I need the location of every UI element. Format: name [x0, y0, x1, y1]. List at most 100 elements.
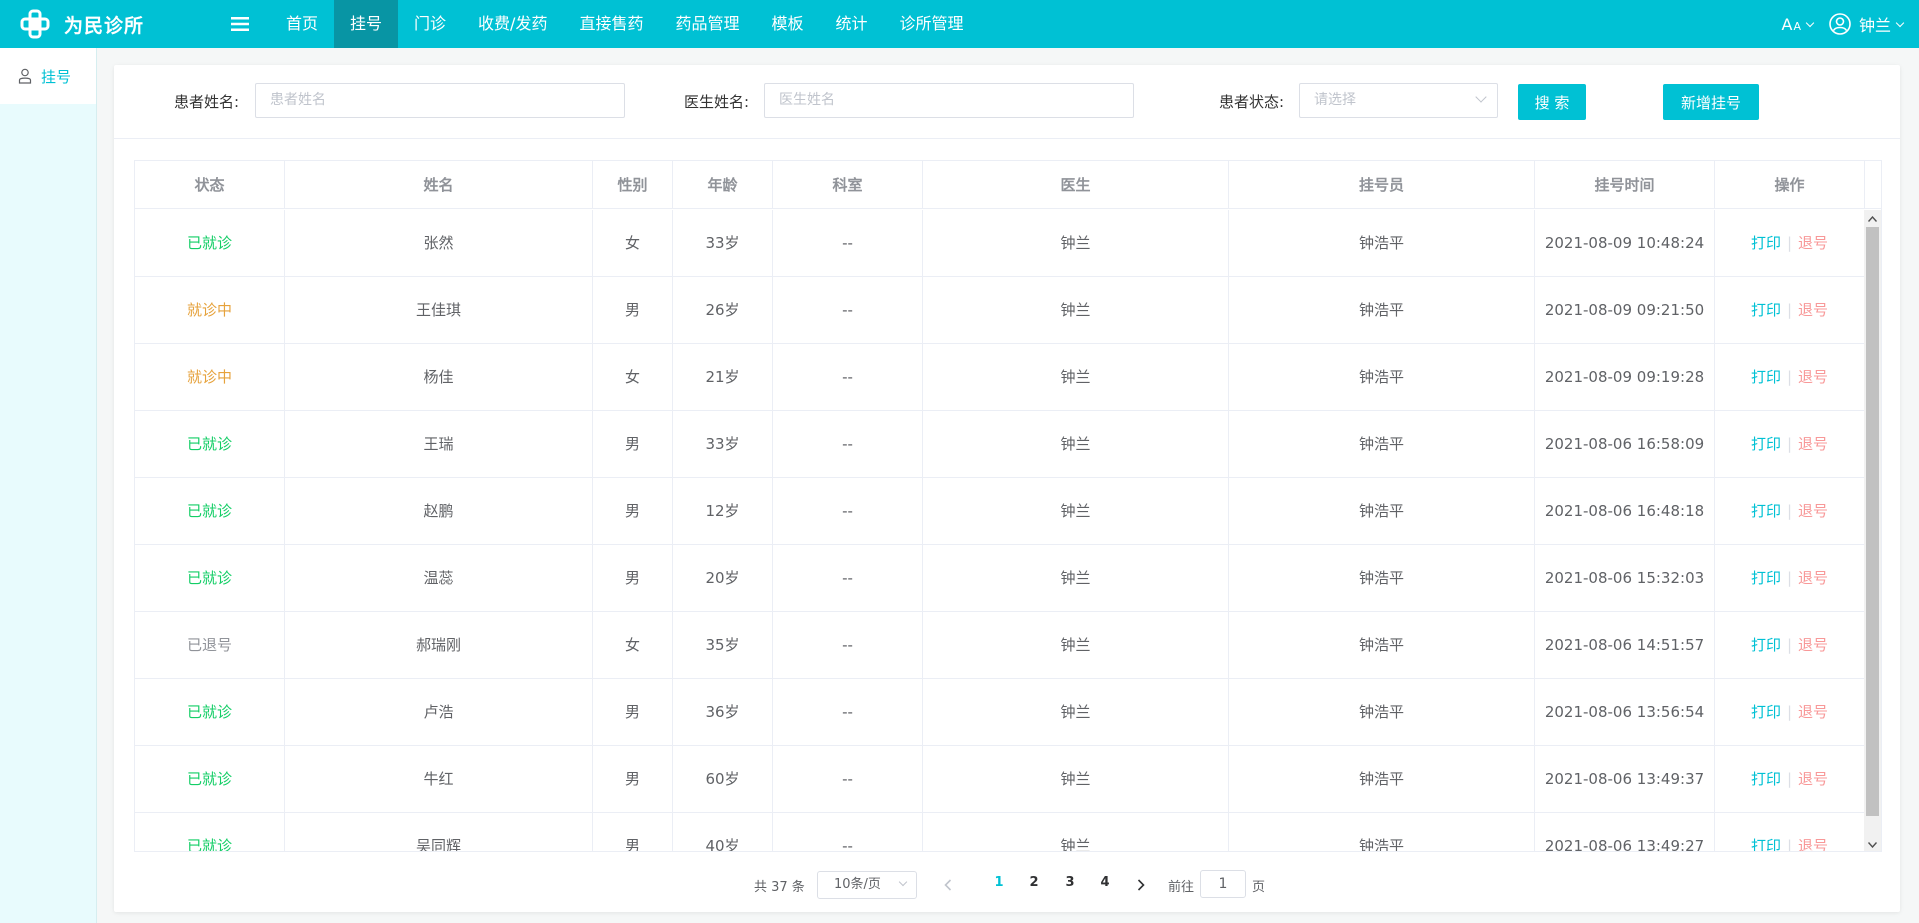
page-number[interactable]: 3 — [1056, 875, 1084, 890]
print-link[interactable]: 打印 — [1751, 301, 1781, 319]
return-registration-link[interactable]: 退号 — [1798, 368, 1828, 386]
nav-statistics[interactable]: 统计 — [820, 0, 884, 48]
page-size-value: 10条/页 — [834, 877, 881, 892]
page-number[interactable]: 2 — [1020, 875, 1048, 890]
print-link[interactable]: 打印 — [1751, 368, 1781, 386]
cell-registrar: 钟浩平 — [1229, 813, 1535, 851]
print-link[interactable]: 打印 — [1751, 234, 1781, 252]
cell-dept: -- — [773, 679, 923, 746]
font-size-small-glyph: A — [1793, 19, 1801, 33]
cell-name: 温蕊 — [285, 545, 593, 612]
return-registration-link[interactable]: 退号 — [1798, 569, 1828, 587]
return-registration-link[interactable]: 退号 — [1798, 770, 1828, 788]
return-registration-link[interactable]: 退号 — [1798, 703, 1828, 721]
table-row[interactable]: 已退号 郝瑞刚女 35岁 -- 钟兰 钟浩平 2021-08-06 14:51:57 打印 | 退… — [135, 612, 1866, 679]
patient-status-select[interactable]: 请选择 — [1299, 83, 1498, 118]
return-registration-link[interactable]: 退号 — [1798, 636, 1828, 654]
cell-gender: 男 — [593, 545, 673, 612]
table-row[interactable]: 已就诊 卢浩男 36岁 -- 钟兰 钟浩平 2021-08-06 13:56:54 打印 | 退号 — [135, 679, 1866, 746]
print-link[interactable]: 打印 — [1751, 569, 1781, 587]
cell-doctor: 钟兰 — [923, 210, 1229, 277]
table-row[interactable]: 就诊中 王佳琪男 26岁 -- 钟兰 钟浩平 2021-08-09 09:21:50 打印 | 退… — [135, 277, 1866, 344]
print-link[interactable]: 打印 — [1751, 703, 1781, 721]
return-registration-link[interactable]: 退号 — [1798, 234, 1828, 252]
nav-registration[interactable]: 挂号 — [334, 0, 399, 48]
page-number[interactable]: 4 — [1091, 875, 1119, 890]
table-scrollbar[interactable] — [1864, 210, 1881, 851]
cell-actions: 打印 | 退号 — [1715, 612, 1865, 679]
main-card: 患者姓名: 患者姓名 医生姓名: 医生姓名 患者状态: 请选择 搜 索 新增挂号… — [114, 65, 1900, 912]
column-header-time: 挂号时间 — [1535, 161, 1715, 209]
table-row[interactable]: 已就诊 王瑞男 33岁 -- 钟兰 钟浩平 2021-08-06 16:58:09 打印 | 退号 — [135, 411, 1866, 478]
patient-name-input[interactable]: 患者姓名 — [255, 83, 625, 118]
print-link[interactable]: 打印 — [1751, 502, 1781, 520]
cell-time: 2021-08-06 14:51:57 — [1535, 612, 1715, 679]
cell-name: 郝瑞刚 — [285, 612, 593, 679]
chevron-down-icon — [1805, 18, 1815, 27]
return-registration-link[interactable]: 退号 — [1798, 502, 1828, 520]
user-avatar-icon — [1829, 13, 1851, 35]
action-separator: | — [1786, 770, 1793, 788]
scroll-down-icon[interactable] — [1864, 836, 1881, 851]
column-header-age: 年龄 — [673, 161, 773, 209]
column-header-status: 状态 — [135, 161, 285, 209]
nav-templates[interactable]: 模板 — [755, 0, 819, 48]
nav-home[interactable]: 首页 — [270, 0, 334, 48]
cell-registrar: 钟浩平 — [1229, 746, 1535, 813]
cell-time: 2021-08-06 13:49:37 — [1535, 746, 1715, 813]
table-row[interactable]: 已就诊 牛红男 60岁 -- 钟兰 钟浩平 2021-08-06 13:49:37 打印 | 退号 — [135, 746, 1866, 813]
chevron-down-icon — [1895, 18, 1905, 27]
action-separator: | — [1786, 435, 1793, 453]
scroll-thumb[interactable] — [1866, 227, 1879, 816]
cell-doctor: 钟兰 — [923, 813, 1229, 851]
table-row[interactable]: 就诊中 杨佳女 21岁 -- 钟兰 钟浩平 2021-08-09 09:19:28 打印 | 退号 — [135, 344, 1866, 411]
return-registration-link[interactable]: 退号 — [1798, 837, 1828, 851]
column-header-actions: 操作 — [1715, 161, 1865, 209]
return-registration-link[interactable]: 退号 — [1798, 435, 1828, 453]
cell-actions: 打印 | 退号 — [1715, 813, 1865, 851]
font-size-icon[interactable]: AA — [1782, 15, 1815, 34]
nav-charge-dispense[interactable]: 收费/发药 — [462, 0, 563, 48]
doctor-name-input[interactable]: 医生姓名 — [764, 83, 1134, 118]
column-header-doctor: 医生 — [923, 161, 1229, 209]
table-row[interactable]: 已就诊 赵鹏男 12岁 -- 钟兰 钟浩平 2021-08-06 16:48:18 打印 | 退号 — [135, 478, 1866, 545]
table-row[interactable]: 已就诊 温蕊男 20岁 -- 钟兰 钟浩平 2021-08-06 15:32:03 打印 | 退号 — [135, 545, 1866, 612]
cell-registrar: 钟浩平 — [1229, 612, 1535, 679]
nav-drug-management[interactable]: 药品管理 — [659, 0, 755, 48]
user-menu[interactable]: 钟兰 — [1829, 12, 1905, 36]
cell-registrar: 钟浩平 — [1229, 545, 1535, 612]
register-person-icon — [18, 68, 32, 84]
hamburger-menu-icon[interactable] — [226, 0, 254, 48]
prev-page-icon[interactable] — [938, 875, 958, 895]
nav-direct-sale[interactable]: 直接售药 — [563, 0, 659, 48]
print-link[interactable]: 打印 — [1751, 837, 1781, 851]
cell-registrar: 钟浩平 — [1229, 411, 1535, 478]
print-link[interactable]: 打印 — [1751, 770, 1781, 788]
return-registration-link[interactable]: 退号 — [1798, 301, 1828, 319]
print-link[interactable]: 打印 — [1751, 636, 1781, 654]
cell-status: 已退号 — [135, 612, 285, 679]
cell-age: 33岁 — [673, 411, 773, 478]
sidebar-item-registration[interactable]: 挂号 — [0, 48, 96, 104]
nav-clinic-management[interactable]: 诊所管理 — [884, 0, 980, 48]
scroll-up-icon[interactable] — [1864, 210, 1881, 227]
table-row[interactable]: 已就诊 张然女 33岁 -- 钟兰 钟浩平 2021-08-09 10:48:24 打印 | 退号 — [135, 210, 1866, 277]
brand[interactable]: 为民诊所 — [0, 0, 200, 48]
cell-actions: 打印 | 退号 — [1715, 411, 1865, 478]
cell-status: 已就诊 — [135, 813, 285, 851]
action-separator: | — [1786, 636, 1793, 654]
next-page-icon[interactable] — [1131, 875, 1151, 895]
page-number[interactable]: 1 — [985, 875, 1013, 890]
table-row[interactable]: 已就诊 吴同辉男 40岁 -- 钟兰 钟浩平 2021-08-06 13:49:27 打印 | 退… — [135, 813, 1866, 851]
sidebar-item-label: 挂号 — [41, 67, 72, 86]
page-size-select[interactable]: 10条/页 — [817, 871, 917, 899]
search-button[interactable]: 搜 索 — [1518, 84, 1586, 120]
cell-name: 赵鹏 — [285, 478, 593, 545]
goto-page-input[interactable]: 1 — [1200, 870, 1246, 898]
add-registration-button[interactable]: 新增挂号 — [1663, 84, 1759, 120]
user-name: 钟兰 — [1858, 16, 1891, 35]
print-link[interactable]: 打印 — [1751, 435, 1781, 453]
nav-outpatient[interactable]: 门诊 — [398, 0, 462, 48]
status-select-placeholder: 请选择 — [1314, 92, 1356, 108]
cell-name: 王瑞 — [285, 411, 593, 478]
